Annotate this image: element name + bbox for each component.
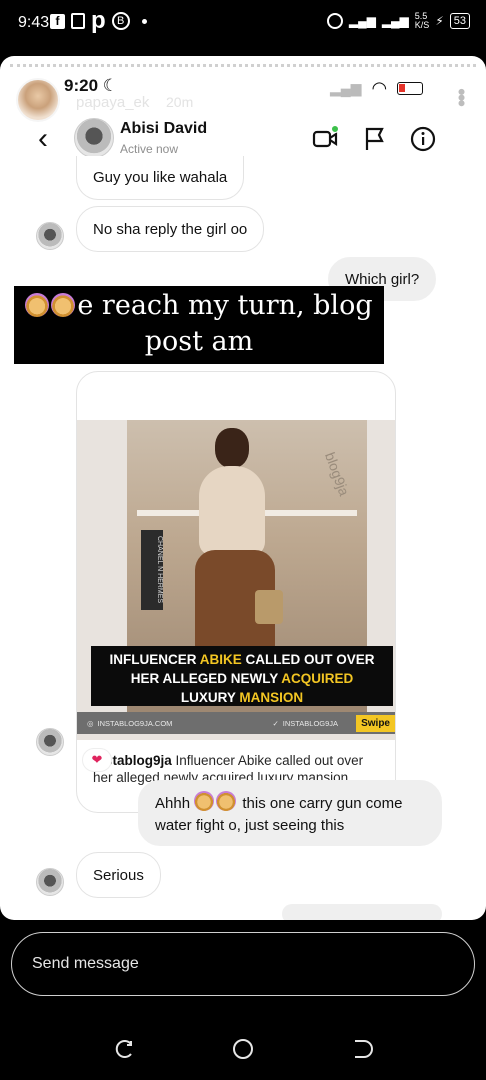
story-text-overlay: e reach my turn, blog post am [14,286,384,364]
heart-reaction-icon: ❤ [82,748,112,772]
system-clock: 9:43 [18,14,50,31]
message-text-continued: this one carry gun come water fight o, j… [155,795,403,834]
watermark: blog9ja [321,450,353,498]
woman-gesturing-no-icon [194,791,215,811]
back-icon[interactable] [350,1036,376,1062]
globe-icon: ◎ [87,718,94,728]
palmpay-icon: p [91,7,106,34]
battery-level: 53 [449,13,470,29]
system-navigation-bar [0,1020,486,1080]
hotspot-icon [326,13,343,29]
site-url: INSTABLOG9JA.COM [97,718,173,728]
twitter-icon: ✓ [272,718,279,728]
sim-card-icon [71,13,85,29]
woman-gesturing-no-icon [51,293,76,317]
system-status-bar: 9:43 f p B ▂▄▆ ▂▄▆ 5.5 K/S ⚡ 53 [0,0,486,50]
handbag [255,590,283,624]
message-text: Which girl? [345,270,420,288]
signal-icon-2: ▂▄▆ [381,14,409,28]
currency-b-icon: B [111,12,130,30]
data-speed-unit: K/S [414,20,430,30]
sender-avatar [36,222,64,250]
woman-gesturing-no-icon [216,791,237,811]
shared-post-card: CHANEL N HERMES blog9ja INFLUENCER ABIKE… [76,371,396,813]
signal-icon: ▂▄▆ [348,14,376,28]
message-text: No sha reply the girl oo [93,220,248,238]
sender-avatar [36,728,64,756]
message-bubble-received: Serious [76,852,161,898]
story-progress-bar [10,64,476,67]
person-head [215,428,249,468]
send-message-input[interactable] [32,951,432,977]
back-arrow-icon: ‹ [38,122,48,155]
message-bubble-received: Guy you like wahala [76,156,245,200]
headline-banner: INFLUENCER ABIKE CALLED OUT OVER HER ALL… [91,646,393,706]
sender-avatar [36,868,64,896]
book-stack: CHANEL N HERMES [141,530,163,610]
person-top [199,466,265,556]
message-text: Guy you like wahala [93,169,228,186]
post-footer-strip: ◎ INSTABLOG9JA.COM ✓ INSTABLOG9JA Swipe [77,712,395,734]
story-reply-composer [11,932,475,996]
screenshot-clock: 9:20 ☾ [64,76,119,95]
notification-dot-icon [141,18,147,24]
woman-gesturing-no-icon [25,293,50,317]
handle: INSTABLOG9JA [282,718,339,728]
message-bubble-sent: Ahhh this one carry gun come water fight… [138,780,442,846]
contact-active-status: Active now [120,142,179,156]
battery-low-icon [397,82,424,95]
message-bubble-received: No sha reply the girl oo [76,206,265,252]
cell-signal-icon: ▂▄▆ [330,80,362,96]
post-image: CHANEL N HERMES blog9ja INFLUENCER ABIKE… [77,420,395,740]
facebook-icon: f [50,13,65,29]
flag-icon [365,127,384,150]
recent-apps-icon[interactable] [112,1036,138,1062]
charging-icon: ⚡ [435,14,444,28]
message-text: Ahhh [155,795,191,812]
story-card[interactable]: 9:20 ☾ ▂▄▆ ◠ papaya_ek 20m ••• ‹ Abisi D… [0,56,486,920]
contact-name: Abisi David [120,120,208,137]
story-author-avatar[interactable] [16,78,60,122]
home-icon[interactable] [230,1036,256,1062]
wifi-icon: ◠ [371,78,388,98]
partial-message-bubble [282,904,442,920]
message-text: Serious [93,866,144,884]
moon-icon: ☾ [102,76,119,95]
screen: 9:43 f p B ▂▄▆ ▂▄▆ 5.5 K/S ⚡ 53 9:20 ☾ ▂… [0,0,486,1080]
story-author-name[interactable]: papaya_ek [76,94,149,111]
story-timestamp: 20m [166,94,194,110]
info-icon [410,126,436,152]
contact-avatar [74,118,114,158]
swipe-label: Swipe [356,714,395,732]
more-options-icon[interactable]: ••• [448,88,474,105]
online-indicator [331,125,339,133]
